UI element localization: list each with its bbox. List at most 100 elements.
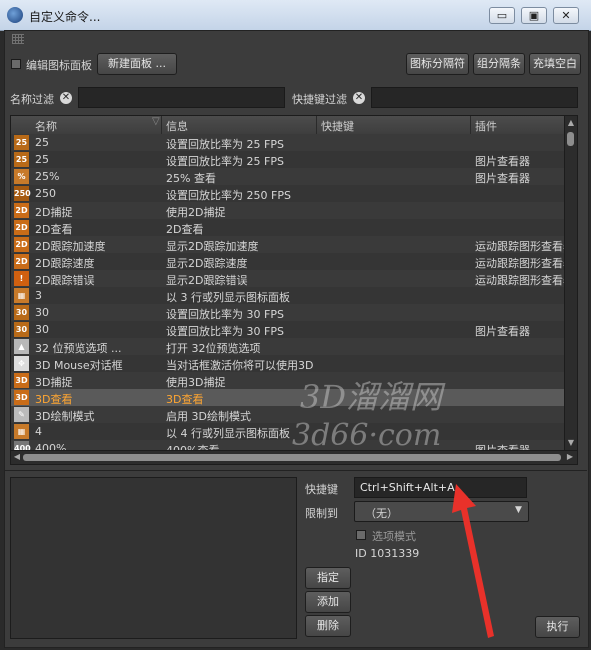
- shortcut-filter-input[interactable]: [371, 87, 578, 108]
- close-button[interactable]: ✕: [553, 7, 579, 24]
- table-row[interactable]: 3D 3D捕捉 使用3D捕捉: [11, 372, 567, 389]
- restrict-select[interactable]: （无） ▼: [354, 501, 529, 522]
- option-mode-label: 选项模式: [372, 530, 416, 543]
- scroll-up-icon[interactable]: ▲: [566, 118, 576, 128]
- table-row[interactable]: 3D 3D查看 3D查看: [11, 389, 567, 406]
- table-row[interactable]: 30 30 设置回放比率为 30 FPS 图片查看器: [11, 321, 567, 338]
- command-icon: 3D: [14, 390, 29, 405]
- minimize-button[interactable]: ▭: [489, 7, 515, 24]
- command-icon: 250: [14, 186, 31, 201]
- table-row[interactable]: 30 30 设置回放比率为 30 FPS: [11, 304, 567, 321]
- cell-plugin: 运动跟踪图形查看器: [475, 274, 567, 287]
- edit-panel-checkbox[interactable]: [11, 59, 21, 69]
- list-header: 名称 ▽ 信息 快捷键 插件: [11, 116, 567, 135]
- cell-name: 4: [35, 425, 42, 438]
- icon-preview-panel: [10, 477, 297, 639]
- cell-info: 设置回放比率为 30 FPS: [166, 308, 284, 321]
- add-button[interactable]: 添加: [305, 591, 351, 613]
- cell-name: 3D捕捉: [35, 376, 73, 389]
- cell-name: 30: [35, 306, 49, 319]
- command-icon: ▦: [14, 288, 29, 303]
- cell-plugin: 运动跟踪图形查看器: [475, 257, 567, 270]
- cell-name: 3D绘制模式: [35, 410, 95, 423]
- execute-button[interactable]: 执行: [535, 616, 580, 638]
- table-row[interactable]: 2D 2D跟踪速度 显示2D跟踪速度 运动跟踪图形查看器: [11, 253, 567, 270]
- cell-name: 250: [35, 187, 56, 200]
- command-list: 名称 ▽ 信息 快捷键 插件 25 25 设置回放比率为 25 FPS 25 25 设置回…: [10, 115, 578, 465]
- restrict-value: （无）: [365, 507, 398, 520]
- cell-info: 设置回放比率为 25 FPS: [166, 155, 284, 168]
- chevron-down-icon: ▼: [515, 505, 522, 515]
- command-icon: ✎: [14, 407, 29, 422]
- column-plugin[interactable]: 插件: [475, 118, 497, 134]
- cell-name: 2D跟踪错误: [35, 274, 95, 287]
- table-row[interactable]: 250 250 设置回放比率为 250 FPS: [11, 185, 567, 202]
- new-panel-button[interactable]: 新建面板 ...: [97, 53, 177, 75]
- vertical-scrollbar[interactable]: ▲ ▼: [564, 116, 577, 452]
- table-row[interactable]: ▦ 4 以 4 行或列显示图标面板: [11, 423, 567, 440]
- sort-icon[interactable]: ▽: [152, 116, 160, 127]
- table-row[interactable]: 2D 2D跟踪加速度 显示2D跟踪加速度 运动跟踪图形查看器: [11, 236, 567, 253]
- group-separator-button[interactable]: 组分隔条: [473, 53, 525, 75]
- scroll-left-icon[interactable]: ◀: [12, 452, 22, 462]
- column-info[interactable]: 信息: [166, 118, 188, 134]
- cell-name: 32 位预览选项 ...: [35, 342, 122, 355]
- cell-info: 2D查看: [166, 223, 204, 236]
- clear-shortcut-filter-icon[interactable]: ✕: [353, 92, 365, 104]
- table-row[interactable]: % 25% 25% 查看 图片查看器: [11, 168, 567, 185]
- table-row[interactable]: ▲ 32 位预览选项 ... 打开 32位预览选项: [11, 338, 567, 355]
- cell-name: 2D捕捉: [35, 206, 73, 219]
- maximize-button[interactable]: ▣: [521, 7, 547, 24]
- cell-plugin: 图片查看器: [475, 172, 530, 185]
- command-icon: 25: [14, 135, 29, 150]
- table-row[interactable]: 25 25 设置回放比率为 25 FPS: [11, 134, 567, 151]
- close-icon: ✕: [561, 9, 571, 22]
- shortcut-input[interactable]: Ctrl+Shift+Alt+A: [354, 477, 527, 498]
- cell-name: 3: [35, 289, 42, 302]
- cell-info: 使用3D捕捉: [166, 376, 226, 389]
- table-row[interactable]: ✥ 3D Mouse对话框 当对话框激活你将可以使用3D: [11, 355, 567, 372]
- cell-info: 以 3 行或列显示图标面板: [166, 291, 290, 304]
- column-divider[interactable]: [470, 116, 471, 134]
- command-icon: 2D: [14, 254, 29, 269]
- assign-button[interactable]: 指定: [305, 567, 351, 589]
- minimize-icon: ▭: [496, 9, 508, 22]
- option-mode-checkbox[interactable]: [356, 530, 366, 540]
- table-row[interactable]: ✎ 3D绘制模式 启用 3D绘制模式: [11, 406, 567, 423]
- maximize-icon: ▣: [528, 9, 540, 22]
- column-name[interactable]: 名称: [35, 118, 57, 134]
- command-id: ID 1031339: [355, 547, 420, 560]
- panel-grip-icon[interactable]: [12, 34, 24, 44]
- clear-name-filter-icon[interactable]: ✕: [60, 92, 72, 104]
- delete-button[interactable]: 删除: [305, 615, 351, 637]
- command-icon: !: [14, 271, 29, 286]
- cell-info: 显示2D跟踪速度: [166, 257, 248, 270]
- command-icon: 30: [14, 322, 29, 337]
- fill-blank-button[interactable]: 充填空白: [529, 53, 581, 75]
- table-row[interactable]: ! 2D跟踪错误 显示2D跟踪错误 运动跟踪图形查看器: [11, 270, 567, 287]
- command-icon: ✥: [14, 356, 29, 371]
- name-filter-input[interactable]: [78, 87, 285, 108]
- table-row[interactable]: 2D 2D捕捉 使用2D捕捉: [11, 202, 567, 219]
- table-row[interactable]: 25 25 设置回放比率为 25 FPS 图片查看器: [11, 151, 567, 168]
- table-row[interactable]: ▦ 3 以 3 行或列显示图标面板: [11, 287, 567, 304]
- column-shortcut[interactable]: 快捷键: [321, 118, 354, 134]
- cell-info: 3D查看: [166, 393, 204, 406]
- column-divider[interactable]: [161, 116, 162, 134]
- vertical-scroll-thumb[interactable]: [567, 132, 574, 146]
- scroll-down-icon[interactable]: ▼: [566, 438, 576, 448]
- cell-name: 2D查看: [35, 223, 73, 236]
- command-icon: 25: [14, 152, 29, 167]
- window-titlebar: 自定义命令... ▭ ▣ ✕: [0, 0, 591, 31]
- horizontal-scroll-thumb[interactable]: [23, 454, 561, 461]
- cell-name: 3D Mouse对话框: [35, 359, 123, 372]
- command-icon: 2D: [14, 237, 29, 252]
- section-divider: [4, 470, 587, 471]
- cell-name: 25: [35, 136, 49, 149]
- table-row[interactable]: 2D 2D查看 2D查看: [11, 219, 567, 236]
- cell-plugin: 图片查看器: [475, 325, 530, 338]
- icon-separator-button[interactable]: 图标分隔符: [406, 53, 469, 75]
- scroll-right-icon[interactable]: ▶: [565, 452, 575, 462]
- cell-name: 2D跟踪速度: [35, 257, 95, 270]
- column-divider[interactable]: [316, 116, 317, 134]
